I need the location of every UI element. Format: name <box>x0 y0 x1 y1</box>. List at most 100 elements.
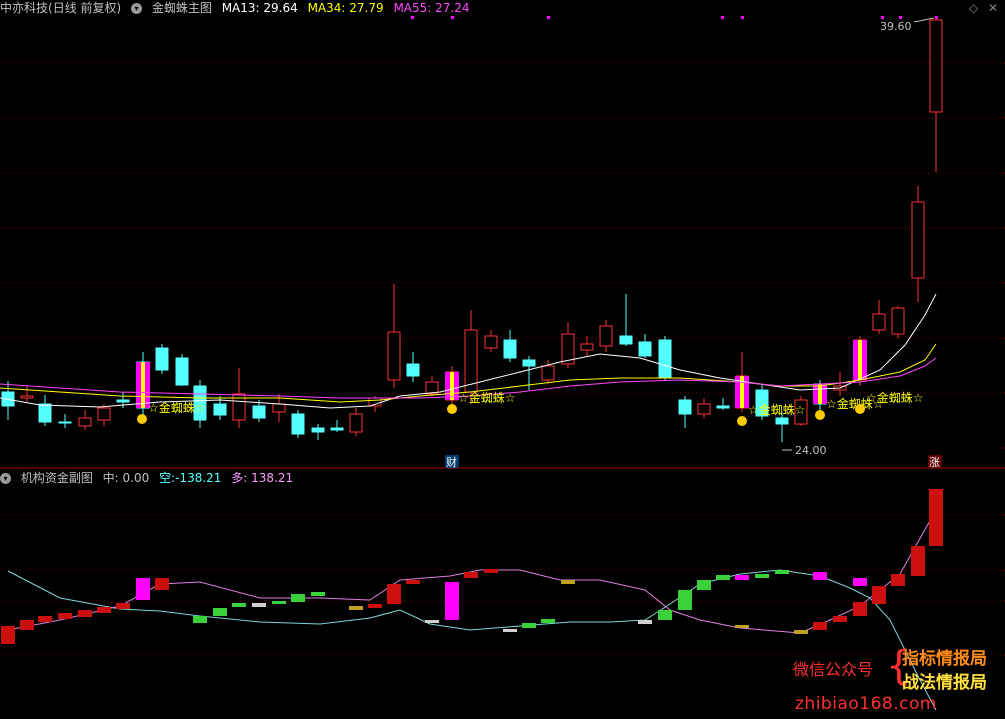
candle-body <box>311 427 325 433</box>
flow-bar <box>853 602 867 616</box>
watermark-url: zhibiao168.com <box>795 694 937 714</box>
flow-bar <box>658 610 672 620</box>
signal-bar <box>445 372 459 400</box>
candle-body <box>58 421 72 424</box>
candle-body <box>252 405 266 419</box>
flow-bar <box>735 575 749 580</box>
candle-body <box>175 357 189 386</box>
candle-body <box>503 339 517 359</box>
coin-icon <box>137 414 147 424</box>
candle <box>175 354 189 386</box>
flow-bar <box>213 608 227 616</box>
candle-body <box>658 339 672 379</box>
flow-bar <box>311 592 325 596</box>
candle <box>406 352 420 382</box>
top-marker <box>881 16 884 19</box>
candle-body <box>38 403 52 423</box>
candle <box>599 320 613 352</box>
candle <box>58 414 72 428</box>
candle-body <box>213 403 227 416</box>
flow-bar <box>252 603 266 607</box>
flow-bar <box>406 580 420 584</box>
candle <box>311 424 325 440</box>
flow-bar <box>193 616 207 623</box>
flow-bar <box>155 578 169 590</box>
flow-bar <box>541 619 555 623</box>
candle <box>911 186 925 302</box>
top-marker <box>411 16 414 19</box>
watermark-line2: 战法情报局 <box>902 673 987 693</box>
signal-bar-core <box>858 340 862 380</box>
watermark-prefix: 微信公众号 <box>793 660 874 679</box>
candle-body <box>387 331 401 381</box>
candle <box>464 310 478 404</box>
candle-body <box>678 399 692 415</box>
flow-bar <box>1 626 15 644</box>
flow-bar <box>522 623 536 628</box>
candle-body <box>599 325 613 347</box>
candle <box>330 420 344 432</box>
cai-badge: 财 <box>445 455 459 469</box>
flow-bar <box>872 586 886 604</box>
candle <box>716 398 730 410</box>
candle <box>349 408 363 436</box>
flow-bar <box>232 603 246 607</box>
flow-bar <box>911 546 925 576</box>
flow-bar <box>97 607 111 613</box>
candle-body <box>541 365 555 381</box>
candle <box>658 336 672 380</box>
signal-bar <box>853 340 867 380</box>
main-chart[interactable]: ☆金蜘蛛☆☆金蜘蛛☆☆金蜘蛛☆ ☆金蜘蛛☆☆金蜘蛛☆39.6024.00财涨 <box>0 0 1005 470</box>
coin-icon <box>815 410 825 420</box>
flow-bar <box>425 620 439 623</box>
flow-bar <box>368 604 382 608</box>
candle-body <box>78 417 92 427</box>
candle-body <box>522 359 536 367</box>
watermark-line1: 指标情报局 <box>902 649 987 669</box>
candle-body <box>891 307 905 335</box>
flow-bar <box>794 630 808 634</box>
candle <box>78 410 92 430</box>
flow-bar <box>272 601 286 604</box>
signal-text: ☆金蜘蛛☆ <box>866 390 924 405</box>
candle-body <box>349 413 363 433</box>
top-marker <box>935 16 938 19</box>
flow-bar <box>813 572 827 580</box>
candle-body <box>929 19 943 113</box>
sub-chart[interactable] <box>0 470 1005 719</box>
candle <box>20 386 34 402</box>
low-price-label: 24.00 <box>795 444 827 457</box>
candle <box>697 398 711 418</box>
candle <box>484 330 498 352</box>
high-price-label: 39.60 <box>880 20 912 33</box>
signal-text: ☆金蜘蛛☆ <box>748 402 806 417</box>
candle-body <box>638 341 652 357</box>
candle <box>891 306 905 338</box>
flow-bar <box>891 574 905 586</box>
flow-bar <box>638 620 652 624</box>
flow-bar <box>929 489 943 546</box>
candle-body <box>484 335 498 349</box>
candle-body <box>20 395 34 399</box>
candle <box>619 294 633 346</box>
candle <box>503 330 517 362</box>
coin-icon <box>737 416 747 426</box>
candle-body <box>697 403 711 415</box>
zhang-badge: 涨 <box>928 455 942 469</box>
candle-body <box>406 363 420 377</box>
flow-bar <box>136 578 150 600</box>
signal-bar <box>813 384 827 404</box>
flow-bar <box>735 625 749 628</box>
candle <box>387 284 401 388</box>
signal-bar-core <box>818 384 822 404</box>
top-marker <box>899 16 902 19</box>
top-marker <box>741 16 744 19</box>
flow-bar <box>716 575 730 580</box>
candle-body <box>272 403 286 413</box>
signal-label: ☆金蜘蛛☆ <box>447 390 516 414</box>
flow-bar <box>38 616 52 622</box>
candle-body <box>775 417 789 425</box>
signal-bar-core <box>141 362 145 408</box>
candle-body <box>97 407 111 421</box>
flow-bar <box>349 606 363 610</box>
